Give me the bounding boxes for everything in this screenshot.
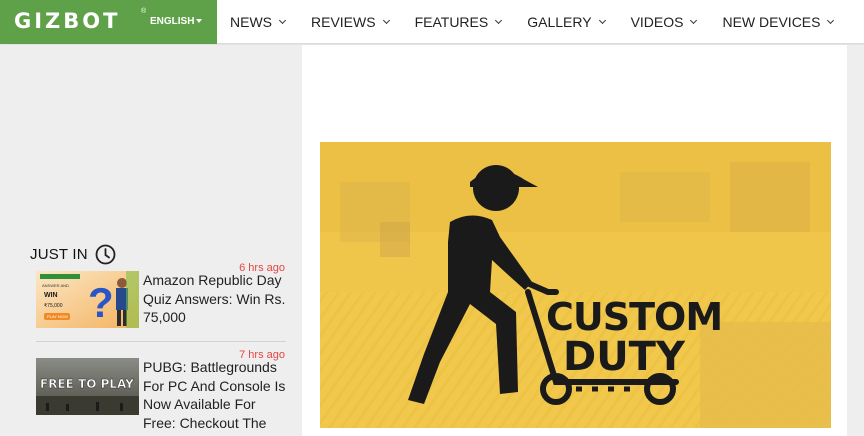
just-in-heading: JUST IN	[30, 244, 116, 264]
thumb-text: ₹75,000	[44, 303, 63, 309]
news-thumbnail[interactable]: FREE TO PLAY NOW	[36, 358, 139, 415]
just-in-title: JUST IN	[30, 245, 88, 263]
nav-label: FEATURES	[414, 14, 489, 30]
article-hero-image[interactable]: CUSTOM DUTY	[320, 142, 831, 428]
main-article: CUSTOM DUTY	[302, 45, 847, 436]
brand-area: GIZBOT ® ENGLISH	[0, 0, 217, 44]
registered-mark: ®	[141, 8, 147, 15]
hero-text: DUTY	[563, 334, 686, 380]
nav-label: REVIEWS	[311, 14, 376, 30]
pubg-thumbnail: FREE TO PLAY NOW	[36, 358, 139, 415]
nav-label: GALLERY	[527, 14, 592, 30]
chevron-down-icon	[382, 16, 390, 24]
nav-item-news[interactable]: NEWS	[217, 0, 298, 44]
thumb-text: PLAY NOW	[47, 314, 68, 319]
chevron-down-icon	[690, 16, 698, 24]
news-item[interactable]: 6 hrs ago ANSWER AND WIN ₹75,000 PLAY NO…	[36, 262, 286, 330]
nav-label: VIDEOS	[630, 14, 684, 30]
gizbot-logo[interactable]: GIZBOT	[14, 9, 120, 33]
caret-down-icon[interactable]	[196, 19, 202, 23]
hero-text: CUSTOM	[546, 295, 722, 339]
thumb-text: FREE TO PLAY NOW	[40, 377, 139, 391]
nav-item-reviews[interactable]: REVIEWS	[298, 0, 402, 44]
thumb-text: WIN	[44, 292, 58, 299]
nav-item-gallery[interactable]: GALLERY	[514, 0, 617, 44]
language-selector[interactable]: ENGLISH	[150, 16, 194, 28]
top-navigation-bar: GIZBOT ® ENGLISH NEWS REVIEWS FEATURES G…	[0, 0, 864, 44]
nav-item-new-devices[interactable]: NEW DEVICES	[709, 0, 846, 44]
chevron-down-icon	[495, 16, 503, 24]
thumb-text: ANSWER AND	[42, 283, 69, 288]
right-gutter	[847, 45, 864, 436]
nav-label: NEW DEVICES	[722, 14, 821, 30]
news-thumbnail[interactable]: ANSWER AND WIN ₹75,000 PLAY NOW ?	[36, 271, 139, 328]
nav-item-videos[interactable]: VIDEOS	[618, 0, 710, 44]
news-headline[interactable]: Amazon Republic Day Quiz Answers: Win Rs…	[143, 271, 288, 327]
nav-item-features[interactable]: FEATURES	[402, 0, 515, 44]
custom-duty-illustration: CUSTOM DUTY	[320, 142, 831, 428]
svg-text:?: ?	[88, 279, 114, 326]
news-divider	[36, 341, 286, 342]
news-headline[interactable]: PUBG: Battlegrounds For PC And Console I…	[143, 358, 288, 432]
chevron-down-icon	[827, 16, 835, 24]
nav-label: NEWS	[230, 14, 272, 30]
news-item[interactable]: 7 hrs ago FREE TO PLAY NOW PUBG: Battleg…	[36, 349, 286, 436]
main-nav: NEWS REVIEWS FEATURES GALLERY VIDEOS NEW…	[217, 0, 846, 44]
chevron-down-icon	[278, 16, 287, 24]
amazon-quiz-thumbnail: ANSWER AND WIN ₹75,000 PLAY NOW ?	[36, 271, 139, 328]
chevron-down-icon	[598, 16, 606, 24]
